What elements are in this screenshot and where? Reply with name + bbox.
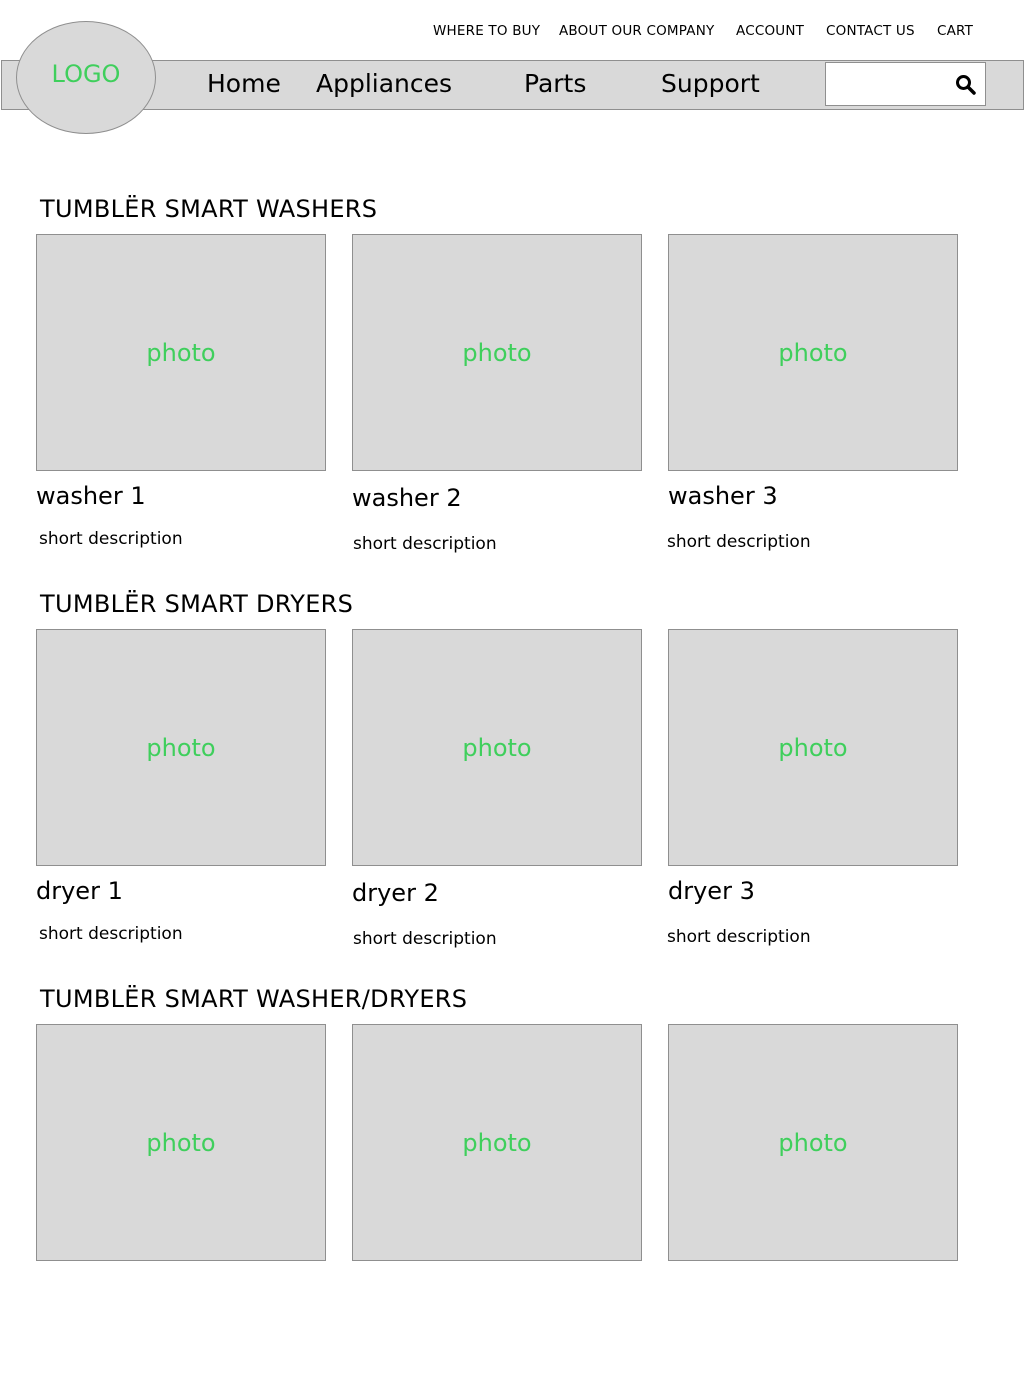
search-input[interactable]	[826, 63, 950, 105]
product-name[interactable]: dryer 1	[36, 877, 123, 905]
product-photo[interactable]: photo	[352, 234, 642, 471]
product-name[interactable]: dryer 2	[352, 879, 439, 907]
product-photo[interactable]: photo	[36, 234, 326, 471]
photo-placeholder-label: photo	[146, 733, 216, 762]
photo-placeholder-label: photo	[778, 733, 848, 762]
product-description: short description	[39, 924, 183, 944]
search-box	[825, 62, 986, 106]
product-name[interactable]: washer 3	[668, 482, 778, 510]
product-name[interactable]: washer 2	[352, 484, 462, 512]
account-link[interactable]: ACCOUNT	[736, 23, 804, 39]
product-photo[interactable]: photo	[36, 629, 326, 866]
product-photo[interactable]: photo	[352, 629, 642, 866]
photo-placeholder-label: photo	[778, 338, 848, 367]
contact-us-link[interactable]: CONTACT US	[826, 23, 915, 39]
product-photo[interactable]: photo	[668, 234, 958, 471]
cart-link[interactable]: CART	[937, 23, 973, 39]
section-title-dryers: TUMBLËR SMART DRYERS	[40, 590, 354, 618]
nav-appliances[interactable]: Appliances	[316, 69, 452, 98]
page: WHERE TO BUY ABOUT OUR COMPANY ACCOUNT C…	[0, 0, 1024, 1388]
photo-placeholder-label: photo	[778, 1128, 848, 1157]
where-to-buy-link[interactable]: WHERE TO BUY	[433, 23, 540, 39]
nav-support[interactable]: Support	[661, 69, 760, 98]
product-description: short description	[353, 929, 497, 949]
section-title-washers: TUMBLËR SMART WASHERS	[40, 195, 378, 223]
product-description: short description	[667, 532, 811, 552]
product-description: short description	[39, 529, 183, 549]
logo[interactable]: LOGO	[16, 21, 156, 134]
photo-placeholder-label: photo	[146, 338, 216, 367]
photo-placeholder-label: photo	[462, 1128, 532, 1157]
search-icon[interactable]	[954, 73, 978, 97]
utility-nav: WHERE TO BUY ABOUT OUR COMPANY ACCOUNT C…	[0, 23, 1024, 43]
photo-placeholder-label: photo	[462, 338, 532, 367]
product-photo[interactable]: photo	[352, 1024, 642, 1261]
product-photo[interactable]: photo	[668, 1024, 958, 1261]
product-description: short description	[353, 534, 497, 554]
section-title-washer-dryers: TUMBLËR SMART WASHER/DRYERS	[40, 985, 468, 1013]
product-description: short description	[667, 927, 811, 947]
photo-placeholder-label: photo	[146, 1128, 216, 1157]
about-our-company-link[interactable]: ABOUT OUR COMPANY	[559, 23, 714, 39]
nav-home[interactable]: Home	[207, 69, 281, 98]
product-name[interactable]: dryer 3	[668, 877, 755, 905]
product-photo[interactable]: photo	[668, 629, 958, 866]
nav-parts[interactable]: Parts	[524, 69, 586, 98]
product-name[interactable]: washer 1	[36, 482, 146, 510]
product-photo[interactable]: photo	[36, 1024, 326, 1261]
photo-placeholder-label: photo	[462, 733, 532, 762]
